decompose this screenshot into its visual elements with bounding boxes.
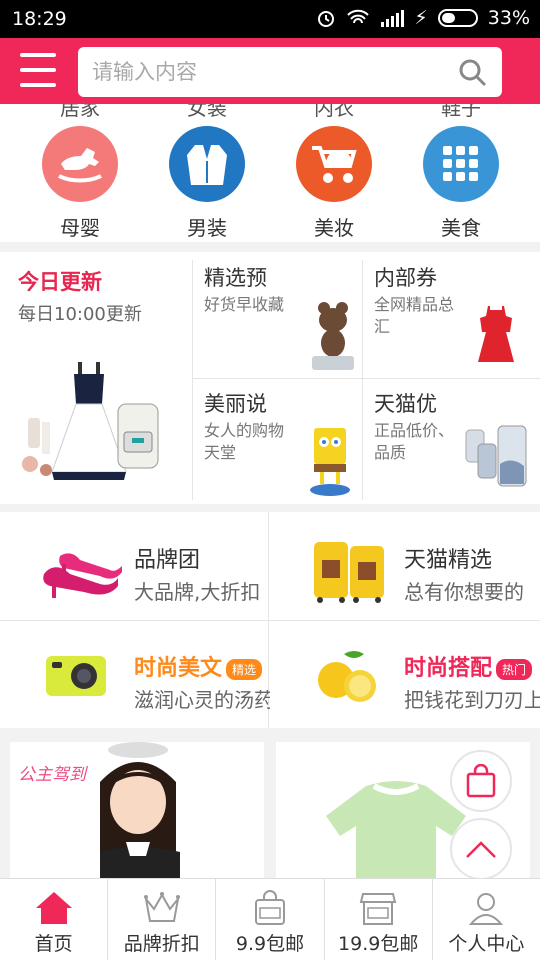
cell-title: 天猫优 <box>374 392 437 416</box>
app-header <box>0 38 540 104</box>
daily-cell-jingxuan[interactable]: 精选预 好货早收藏 <box>192 252 362 376</box>
daily-subtitle: 每日10:00更新 <box>18 304 142 325</box>
camera-icon <box>46 656 106 696</box>
brand-title-text: 时尚搭配 <box>404 656 493 681</box>
dress-bag-image <box>22 362 159 480</box>
red-dress-icon <box>478 306 514 362</box>
shop-199-icon <box>359 893 397 925</box>
tab-19-9[interactable]: 19.9包邮 <box>325 879 433 960</box>
tab-label: 9.9包邮 <box>235 933 305 955</box>
rocking-horse-icon <box>42 126 118 202</box>
girl-image <box>100 742 180 882</box>
category-partial-label[interactable]: 内衣 <box>294 104 374 121</box>
promo-left-label: 公主驾到 <box>18 765 86 785</box>
brand-subtitle: 滋润心灵的汤药 <box>134 688 270 712</box>
category-section: 居家 女装 内衣 鞋子 母婴 男装 美妆 美食 <box>0 104 540 242</box>
category-partial-label[interactable]: 鞋子 <box>421 104 501 121</box>
search-input[interactable] <box>92 56 442 88</box>
tab-home[interactable]: 首页 <box>0 879 109 960</box>
category-partial-label[interactable]: 女装 <box>167 104 247 121</box>
category-label: 美食 <box>441 216 481 240</box>
brand-title: 天猫精选 <box>404 548 493 573</box>
brand-title-text: 时尚美文 <box>134 656 223 681</box>
wifi-icon <box>347 9 370 24</box>
phone-case-icon <box>465 425 527 487</box>
battery-percent: 33% <box>487 7 530 29</box>
bottom-tab-bar: 首页 品牌折扣 9.9包邮 19.9包邮 个人中心 <box>0 878 540 960</box>
cell-title: 美丽说 <box>204 392 267 416</box>
alarm-icon <box>318 11 335 27</box>
suit-icon <box>169 126 245 202</box>
crown-icon <box>143 892 180 922</box>
daily-cell-neibuquan[interactable]: 内部券 全网精品总汇 <box>362 252 532 376</box>
shopping-bag-icon <box>466 764 496 798</box>
chevron-up-icon <box>466 841 496 858</box>
home-icon <box>35 892 72 924</box>
search-box[interactable] <box>78 47 502 97</box>
lemon-icon <box>318 651 376 702</box>
brand-title: 品牌团 <box>134 548 201 573</box>
cell-subtitle: 女人的购物天堂 <box>204 421 285 462</box>
category-item-meizhuang[interactable]: 美妆 <box>284 126 384 241</box>
stroller-icon <box>296 126 372 202</box>
charging-icon: ⚡ <box>414 7 428 29</box>
tab-label: 首页 <box>34 933 73 955</box>
category-item-meishi[interactable]: 美食 <box>411 126 511 241</box>
category-partial-label[interactable]: 居家 <box>40 104 120 121</box>
sponge-figure-icon <box>310 428 350 496</box>
brand-title: 时尚搭配 热门 <box>404 650 533 682</box>
menu-icon[interactable] <box>20 53 56 87</box>
category-item-nanzhuang[interactable]: 男装 <box>157 126 257 241</box>
status-time: 18:29 <box>12 8 67 30</box>
battery-icon <box>437 9 478 27</box>
brand-subtitle: 把钱花到刀刃上 <box>404 688 540 712</box>
bear-figure-icon <box>312 302 354 370</box>
tab-profile[interactable]: 个人中心 <box>433 879 540 960</box>
daily-feature-card[interactable]: 今日更新 每日10:00更新 <box>0 252 192 504</box>
brand-subtitle: 大品牌,大折扣 <box>134 580 261 604</box>
daily-cell-meilishuo[interactable]: 美丽说 女人的购物天堂 <box>192 378 362 502</box>
category-label: 男装 <box>187 216 227 240</box>
user-icon <box>469 893 504 925</box>
luggage-icon <box>314 542 384 603</box>
brand-title: 时尚美文 精选 <box>134 650 263 682</box>
category-label: 美妆 <box>314 216 354 240</box>
tab-label: 品牌折扣 <box>123 933 200 955</box>
brand-cell-tianmao-jingxuan[interactable]: 天猫精选 总有你想要的 <box>270 512 540 620</box>
cart-fab-button[interactable] <box>450 750 512 812</box>
daily-update-section: 今日更新 每日10:00更新 精选预 好货早收藏 内部券 全网精品总汇 美丽说 … <box>0 252 540 504</box>
bag-99-icon <box>255 890 285 925</box>
cell-subtitle: 好货早收藏 <box>204 295 285 314</box>
search-icon[interactable] <box>458 58 488 88</box>
tag-badge: 热门 <box>496 658 533 680</box>
category-item-muying[interactable]: 母婴 <box>30 126 130 241</box>
tab-label: 19.9包邮 <box>338 933 419 955</box>
daily-cell-tianmao[interactable]: 天猫优 正品低价、品质 <box>362 378 532 502</box>
signal-icon <box>381 10 405 27</box>
back-to-top-button[interactable] <box>450 818 512 880</box>
heels-icon <box>43 553 122 598</box>
cell-subtitle: 正品低价、品质 <box>374 421 455 462</box>
cell-title: 内部券 <box>374 266 437 290</box>
promo-card-left[interactable]: 公主驾到 <box>10 742 264 882</box>
brand-cell-shishang-meiwen[interactable]: 时尚美文 精选 滋润心灵的汤药 <box>0 620 270 728</box>
category-label: 母婴 <box>60 216 100 240</box>
cell-subtitle: 全网精品总汇 <box>374 295 455 336</box>
tab-9-9[interactable]: 9.9包邮 <box>216 879 325 960</box>
tab-brand-discount[interactable]: 品牌折扣 <box>108 879 217 960</box>
cell-title: 精选预 <box>204 266 267 290</box>
brand-cell-shishang-dapei[interactable]: 时尚搭配 热门 把钱花到刀刃上 <box>270 620 540 728</box>
grid-icon <box>423 126 499 202</box>
brand-cell-pinpaituan[interactable]: 品牌团 大品牌,大折扣 <box>0 512 270 620</box>
tab-label: 个人中心 <box>448 933 525 955</box>
tag-badge: 精选 <box>226 658 263 680</box>
brand-subtitle: 总有你想要的 <box>404 580 524 604</box>
brand-section: 品牌团 大品牌,大折扣 天猫精选 总有你想要的 时尚美文 精选 滋润心灵的汤药 时… <box>0 512 540 728</box>
status-bar: 18:29 ⚡ 33% <box>0 0 540 38</box>
daily-title: 今日更新 <box>18 270 102 294</box>
